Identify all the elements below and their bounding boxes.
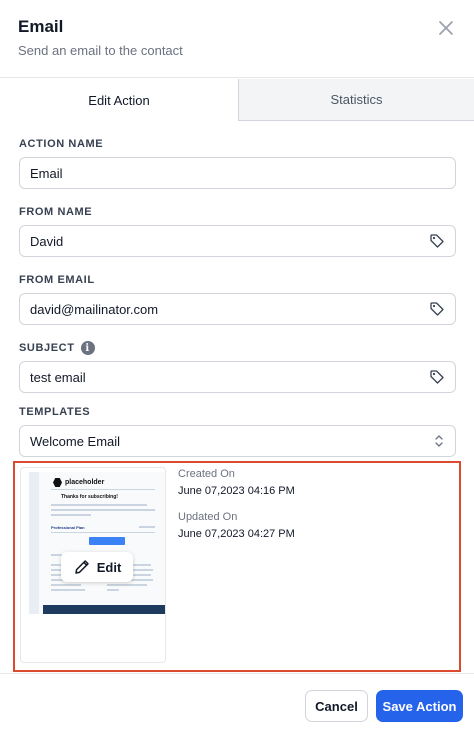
tag-icon[interactable]: [429, 301, 445, 317]
divider: [51, 532, 155, 533]
templates-value: Welcome Email: [30, 433, 121, 449]
subject-value: test email: [30, 369, 86, 385]
edit-template-button[interactable]: Edit: [61, 552, 133, 582]
placeholder-logo: placeholder: [53, 478, 104, 487]
chevron-updown-icon: [435, 435, 443, 447]
thumbnail-headline: Thanks for subscribing!: [61, 494, 118, 500]
text-line: [107, 589, 119, 591]
from-email-value: david@mailinator.com: [30, 301, 159, 317]
from-name-value: David: [30, 233, 64, 249]
thumbnail-footer-bar: [43, 605, 165, 614]
save-action-button[interactable]: Save Action: [376, 690, 463, 722]
updated-on-label: Updated On: [178, 511, 238, 523]
modal-subtitle: Send an email to the contact: [18, 43, 183, 58]
hexagon-logo-icon: [53, 478, 62, 487]
text-line: [107, 584, 147, 586]
pencil-icon: [74, 560, 89, 574]
action-name-label-text: ACTION NAME: [19, 138, 104, 150]
updated-on-value: June 07,2023 04:27 PM: [178, 528, 295, 540]
edit-label: Edit: [96, 559, 122, 575]
templates-select[interactable]: Welcome Email: [19, 425, 456, 457]
tab-statistics[interactable]: Statistics: [238, 79, 474, 121]
text-line: [51, 504, 147, 506]
action-name-value: Email: [30, 165, 63, 181]
tag-icon[interactable]: [429, 233, 445, 249]
from-email-input[interactable]: david@mailinator.com: [19, 293, 456, 325]
cancel-button[interactable]: Cancel: [305, 690, 368, 722]
template-preview-panel: placeholder Thanks for subscribing! Prof…: [13, 461, 461, 672]
text-line: [51, 514, 91, 516]
text-line: [51, 584, 81, 586]
thumbnail-plan: Professional Plan: [51, 525, 85, 530]
modal-footer: Cancel Save Action: [0, 673, 474, 730]
templates-label: TEMPLATES: [19, 406, 90, 418]
tab-bar: Edit Action Statistics: [0, 79, 474, 121]
from-name-label: FROM NAME: [19, 206, 92, 218]
info-icon[interactable]: i: [80, 341, 95, 355]
thumbnail-stripe: [29, 472, 39, 614]
action-name-label: ACTION NAME: [19, 138, 103, 150]
modal-header: Email Send an email to the contact: [0, 0, 474, 78]
text-line: [139, 526, 155, 528]
modal-title: Email: [18, 17, 64, 36]
from-email-label: FROM EMAIL: [19, 274, 95, 286]
template-thumbnail[interactable]: placeholder Thanks for subscribing! Prof…: [20, 467, 166, 663]
subject-label: SUBJECT i: [19, 341, 95, 355]
created-on-value: June 07,2023 04:16 PM: [178, 485, 295, 497]
text-line: [51, 509, 155, 511]
placeholder-logo-text: placeholder: [65, 479, 105, 486]
from-name-label-text: FROM NAME: [19, 206, 93, 218]
close-icon[interactable]: [436, 18, 456, 38]
thumbnail-cta-button: [89, 537, 125, 545]
from-email-label-text: FROM EMAIL: [19, 274, 95, 286]
tag-icon[interactable]: [429, 369, 445, 385]
subject-label-text: SUBJECT: [19, 342, 75, 354]
created-on-label: Created On: [178, 468, 235, 480]
text-line: [51, 589, 85, 591]
subject-input[interactable]: test email: [19, 361, 456, 393]
templates-label-text: TEMPLATES: [19, 406, 91, 418]
divider: [51, 489, 155, 490]
action-name-input[interactable]: Email: [19, 157, 456, 189]
tab-edit-action[interactable]: Edit Action: [0, 79, 238, 121]
from-name-input[interactable]: David: [19, 225, 456, 257]
